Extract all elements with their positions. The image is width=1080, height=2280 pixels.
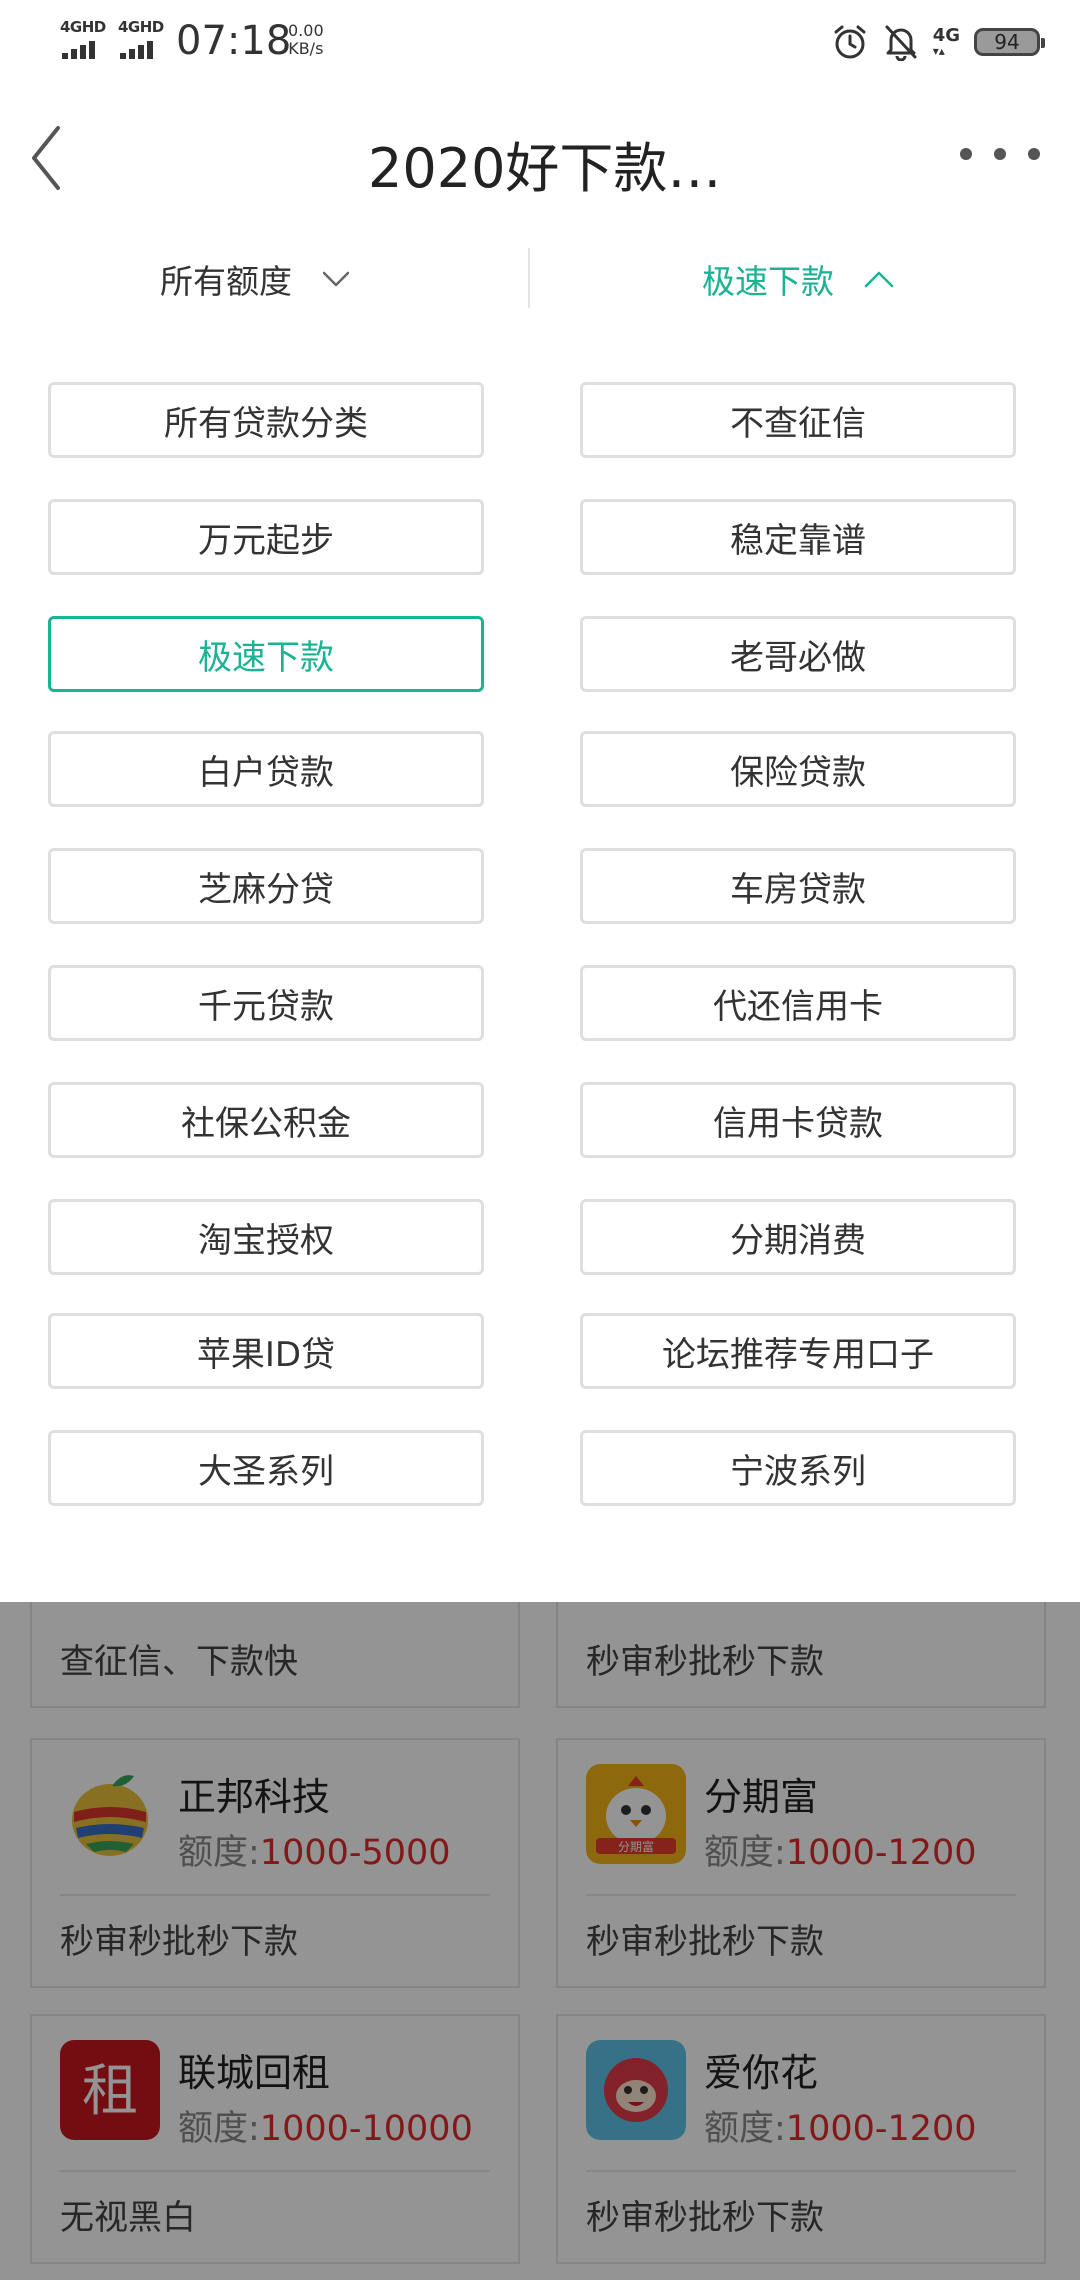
signal-label: 4GHD (60, 18, 106, 36)
net-speed: 0.00 KB/s (288, 22, 324, 58)
amount-filter-label: 所有额度 (160, 262, 292, 301)
category-option[interactable]: 芝麻分贷 (48, 848, 484, 924)
category-option[interactable]: 稳定靠谱 (580, 499, 1016, 575)
signal-strength-icon: 4GHD (118, 18, 168, 59)
chevron-left-icon (32, 126, 60, 190)
category-option[interactable]: 不查征信 (580, 382, 1016, 458)
category-option[interactable]: 车房贷款 (580, 848, 1016, 924)
category-option[interactable]: 分期消费 (580, 1199, 1016, 1275)
more-dots-icon (960, 148, 972, 160)
signal-label: 4GHD (118, 18, 164, 36)
signal-strength-icon: 4GHD (60, 18, 110, 59)
category-option[interactable]: 保险贷款 (580, 731, 1016, 807)
category-option[interactable]: 论坛推荐专用口子 (580, 1313, 1016, 1389)
category-option[interactable]: 白户贷款 (48, 731, 484, 807)
back-button[interactable] (24, 118, 94, 198)
category-option[interactable]: 大圣系列 (48, 1430, 484, 1506)
net-speed-value: 0.00 (288, 21, 324, 40)
category-option[interactable]: 代还信用卡 (580, 965, 1016, 1041)
category-option[interactable]: 老哥必做 (580, 616, 1016, 692)
category-option[interactable]: 苹果ID贷 (48, 1313, 484, 1389)
status-time: 07:18 (176, 18, 292, 64)
category-option[interactable]: 社保公积金 (48, 1082, 484, 1158)
alarm-icon (834, 25, 866, 59)
category-filter-tab[interactable]: 极速下款 (702, 228, 894, 330)
category-option[interactable]: 极速下款 (48, 616, 484, 692)
category-option[interactable]: 淘宝授权 (48, 1199, 484, 1275)
category-option[interactable]: 宁波系列 (580, 1430, 1016, 1506)
category-option[interactable]: 千元贷款 (48, 965, 484, 1041)
dim-overlay[interactable] (0, 1602, 1080, 2280)
filter-bar: 所有额度 极速下款 (0, 228, 1080, 332)
bell-off-icon (885, 25, 917, 61)
category-dropdown-panel: 所有贷款分类 不查征信万元起步 稳定靠谱极速下款 老哥必做白户贷款 保险贷款芝麻分贷 车房… (0, 330, 1080, 1602)
more-button[interactable] (960, 134, 1040, 174)
chevron-down-icon (322, 271, 350, 287)
battery-icon: 94 (974, 28, 1045, 56)
title-bar: 2020好下款… (0, 88, 1080, 228)
category-option[interactable]: 所有贷款分类 (48, 382, 484, 458)
battery-level: 94 (994, 30, 1020, 54)
category-option[interactable]: 万元起步 (48, 499, 484, 575)
chevron-up-icon (864, 271, 894, 288)
status-bar: 4GHD 4GHD 07:18 0.00 KB/s 4G ▾▴ 94 (0, 0, 1080, 88)
amount-filter-tab[interactable]: 所有额度 (160, 228, 350, 330)
net-speed-unit: KB/s (288, 39, 324, 58)
filter-divider (528, 248, 530, 308)
category-filter-label: 极速下款 (702, 262, 834, 301)
network-type: 4G ▾▴ (932, 25, 960, 58)
category-option[interactable]: 信用卡贷款 (580, 1082, 1016, 1158)
page-title: 2020好下款… (368, 137, 722, 200)
